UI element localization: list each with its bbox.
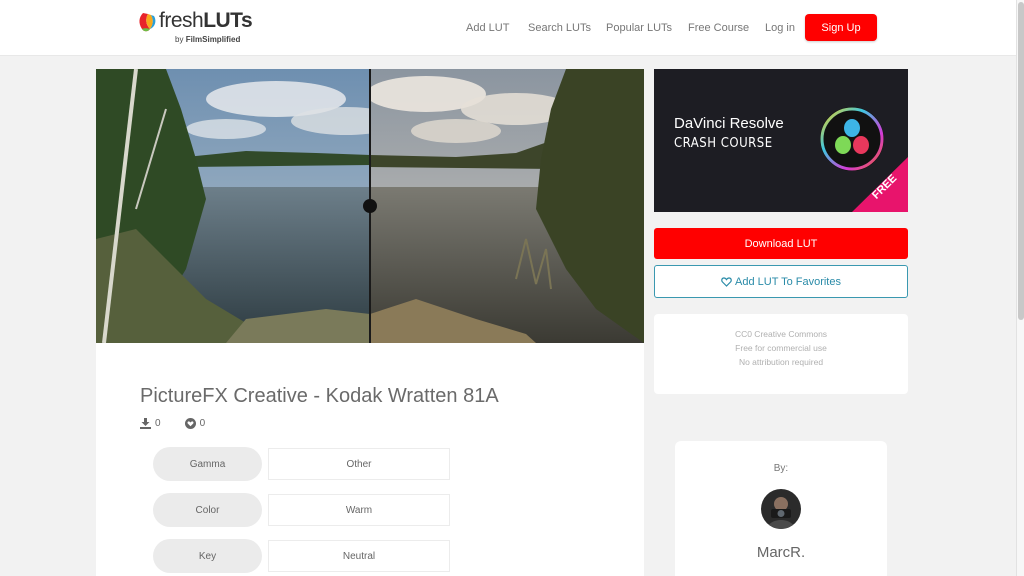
- license-usage: Free for commercial use: [735, 343, 827, 353]
- license-info: CC0 Creative Commons Free for commercial…: [654, 314, 908, 394]
- author-avatar-image: [761, 489, 801, 529]
- ad-subtitle: CRASH COURSE: [674, 136, 773, 151]
- license-type: CC0 Creative Commons: [734, 329, 828, 339]
- add-to-favorites-button[interactable]: Add LUT To Favorites: [654, 265, 908, 298]
- logo-mark-icon: [139, 13, 156, 32]
- ad-title: DaVinci Resolve: [674, 115, 784, 132]
- logo-wordmark: freshLUTs: [159, 9, 253, 32]
- property-row-key: Key Neutral: [153, 539, 450, 573]
- nav-free-course[interactable]: Free Course: [688, 22, 749, 34]
- property-key: Key: [153, 539, 262, 573]
- site-header: freshLUTs by FilmSimplified Add LUT Sear…: [0, 0, 1016, 56]
- nav-search-luts[interactable]: Search LUTs: [528, 22, 591, 34]
- lut-comparison-preview[interactable]: [96, 69, 644, 343]
- freshluts-logo[interactable]: freshLUTs by FilmSimplified: [137, 9, 253, 47]
- license-attribution: No attribution required: [738, 357, 824, 367]
- download-count: 0: [140, 418, 161, 429]
- davinci-course-ad[interactable]: DaVinci Resolve CRASH COURSE FREE: [654, 69, 908, 212]
- property-value: Warm: [268, 494, 450, 526]
- author-name[interactable]: MarcR.: [675, 544, 887, 561]
- favorite-count: 0: [184, 418, 206, 429]
- nav-popular-luts[interactable]: Popular LUTs: [606, 22, 672, 34]
- download-count-value: 0: [155, 418, 161, 429]
- nav-add-lut[interactable]: Add LUT: [466, 22, 509, 34]
- download-lut-button[interactable]: Download LUT: [654, 228, 908, 259]
- lut-title: PictureFX Creative - Kodak Wratten 81A: [140, 385, 499, 407]
- heart-circle-icon: [184, 418, 196, 429]
- heart-outline-icon: [721, 276, 732, 287]
- lut-info-card: PictureFX Creative - Kodak Wratten 81A 0…: [96, 343, 644, 576]
- avatar[interactable]: [761, 489, 801, 529]
- favorite-count-value: 0: [199, 418, 206, 429]
- sign-up-button[interactable]: Sign Up: [805, 14, 877, 41]
- property-value: Other: [268, 448, 450, 480]
- property-key: Gamma: [153, 447, 262, 481]
- property-row-gamma: Gamma Other: [153, 447, 450, 481]
- page-scrollbar[interactable]: [1016, 0, 1024, 576]
- property-key: Color: [153, 493, 262, 527]
- property-value: Neutral: [268, 540, 450, 572]
- scrollbar-thumb[interactable]: [1018, 2, 1024, 320]
- download-icon: [140, 418, 151, 429]
- logo-byline: by FilmSimplified: [175, 35, 241, 44]
- property-row-color: Color Warm: [153, 493, 450, 527]
- comparison-slider-handle[interactable]: [363, 199, 377, 213]
- author-by-label: By:: [773, 463, 789, 474]
- add-to-favorites-label: Add LUT To Favorites: [735, 275, 841, 288]
- author-card: By: MarcR.: [675, 441, 887, 576]
- lut-stats: 0 0: [140, 418, 229, 429]
- nav-log-in[interactable]: Log in: [765, 22, 795, 34]
